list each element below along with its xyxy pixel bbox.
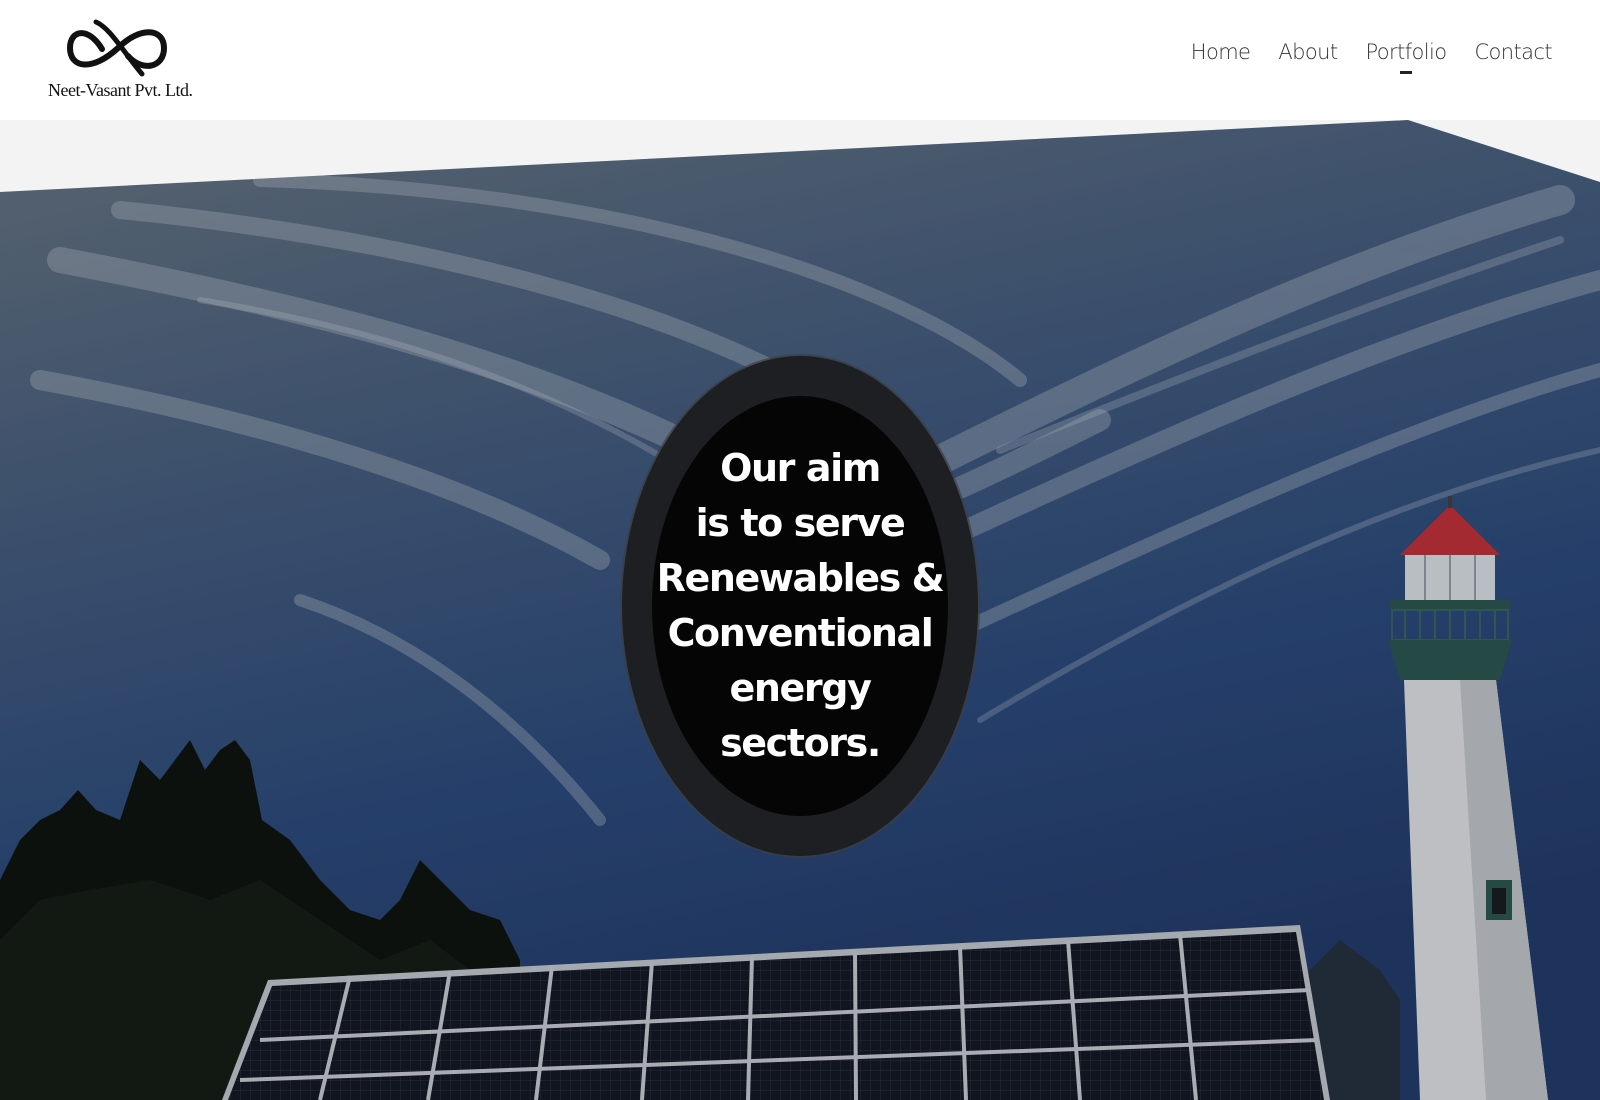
nav-home[interactable]: Home bbox=[1191, 40, 1251, 74]
mission-circle: Our aim is to serve Renewables & Convent… bbox=[622, 356, 978, 856]
mission-line: Conventional bbox=[667, 611, 934, 655]
main-nav: Home About Portfolio Contact bbox=[1191, 40, 1553, 74]
mission-statement: Our aim is to serve Renewables & Convent… bbox=[652, 441, 948, 771]
hero-section: Our aim is to serve Renewables & Convent… bbox=[0, 120, 1600, 1100]
company-name: Neet-Vasant Pvt. Ltd. bbox=[48, 80, 193, 100]
infinity-logo-icon bbox=[66, 19, 168, 77]
company-logo[interactable]: Neet-Vasant Pvt. Ltd. bbox=[40, 10, 200, 110]
mission-line: Our aim bbox=[720, 446, 881, 490]
mission-line: Renewables & bbox=[656, 556, 945, 600]
nav-portfolio[interactable]: Portfolio bbox=[1365, 40, 1447, 74]
nav-contact[interactable]: Contact bbox=[1474, 40, 1552, 74]
mission-line: energy bbox=[729, 666, 872, 710]
mission-circle-inner: Our aim is to serve Renewables & Convent… bbox=[652, 396, 948, 816]
site-header: Neet-Vasant Pvt. Ltd. Home About Portfol… bbox=[0, 0, 1600, 120]
mission-line: is to serve bbox=[695, 501, 906, 545]
nav-about[interactable]: About bbox=[1278, 40, 1338, 74]
mission-line: sectors. bbox=[720, 721, 881, 765]
